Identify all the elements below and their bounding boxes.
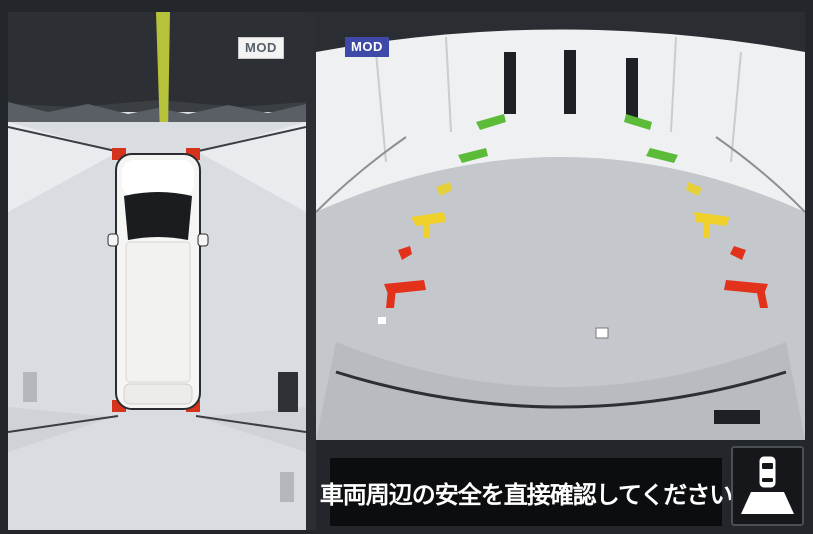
- view-divider: [306, 12, 316, 530]
- safety-warning-bar: 車両周辺の安全を直接確認してください: [320, 458, 733, 526]
- birdseye-scene: [8, 12, 306, 530]
- rear-camera-scene: [316, 12, 805, 440]
- rear-camera-view: [316, 12, 805, 440]
- mod-badge-left: MOD: [238, 37, 284, 59]
- birdseye-view: [8, 12, 306, 530]
- camera-view-icon: [741, 455, 794, 514]
- camera-monitor-screen: MOD MOD 車両周辺の安全を直接確認してください: [0, 0, 813, 534]
- view-toggle-button[interactable]: [731, 446, 804, 526]
- mod-badge-right: MOD: [345, 37, 389, 57]
- safety-warning-text: 車両周辺の安全を直接確認してください: [319, 480, 734, 509]
